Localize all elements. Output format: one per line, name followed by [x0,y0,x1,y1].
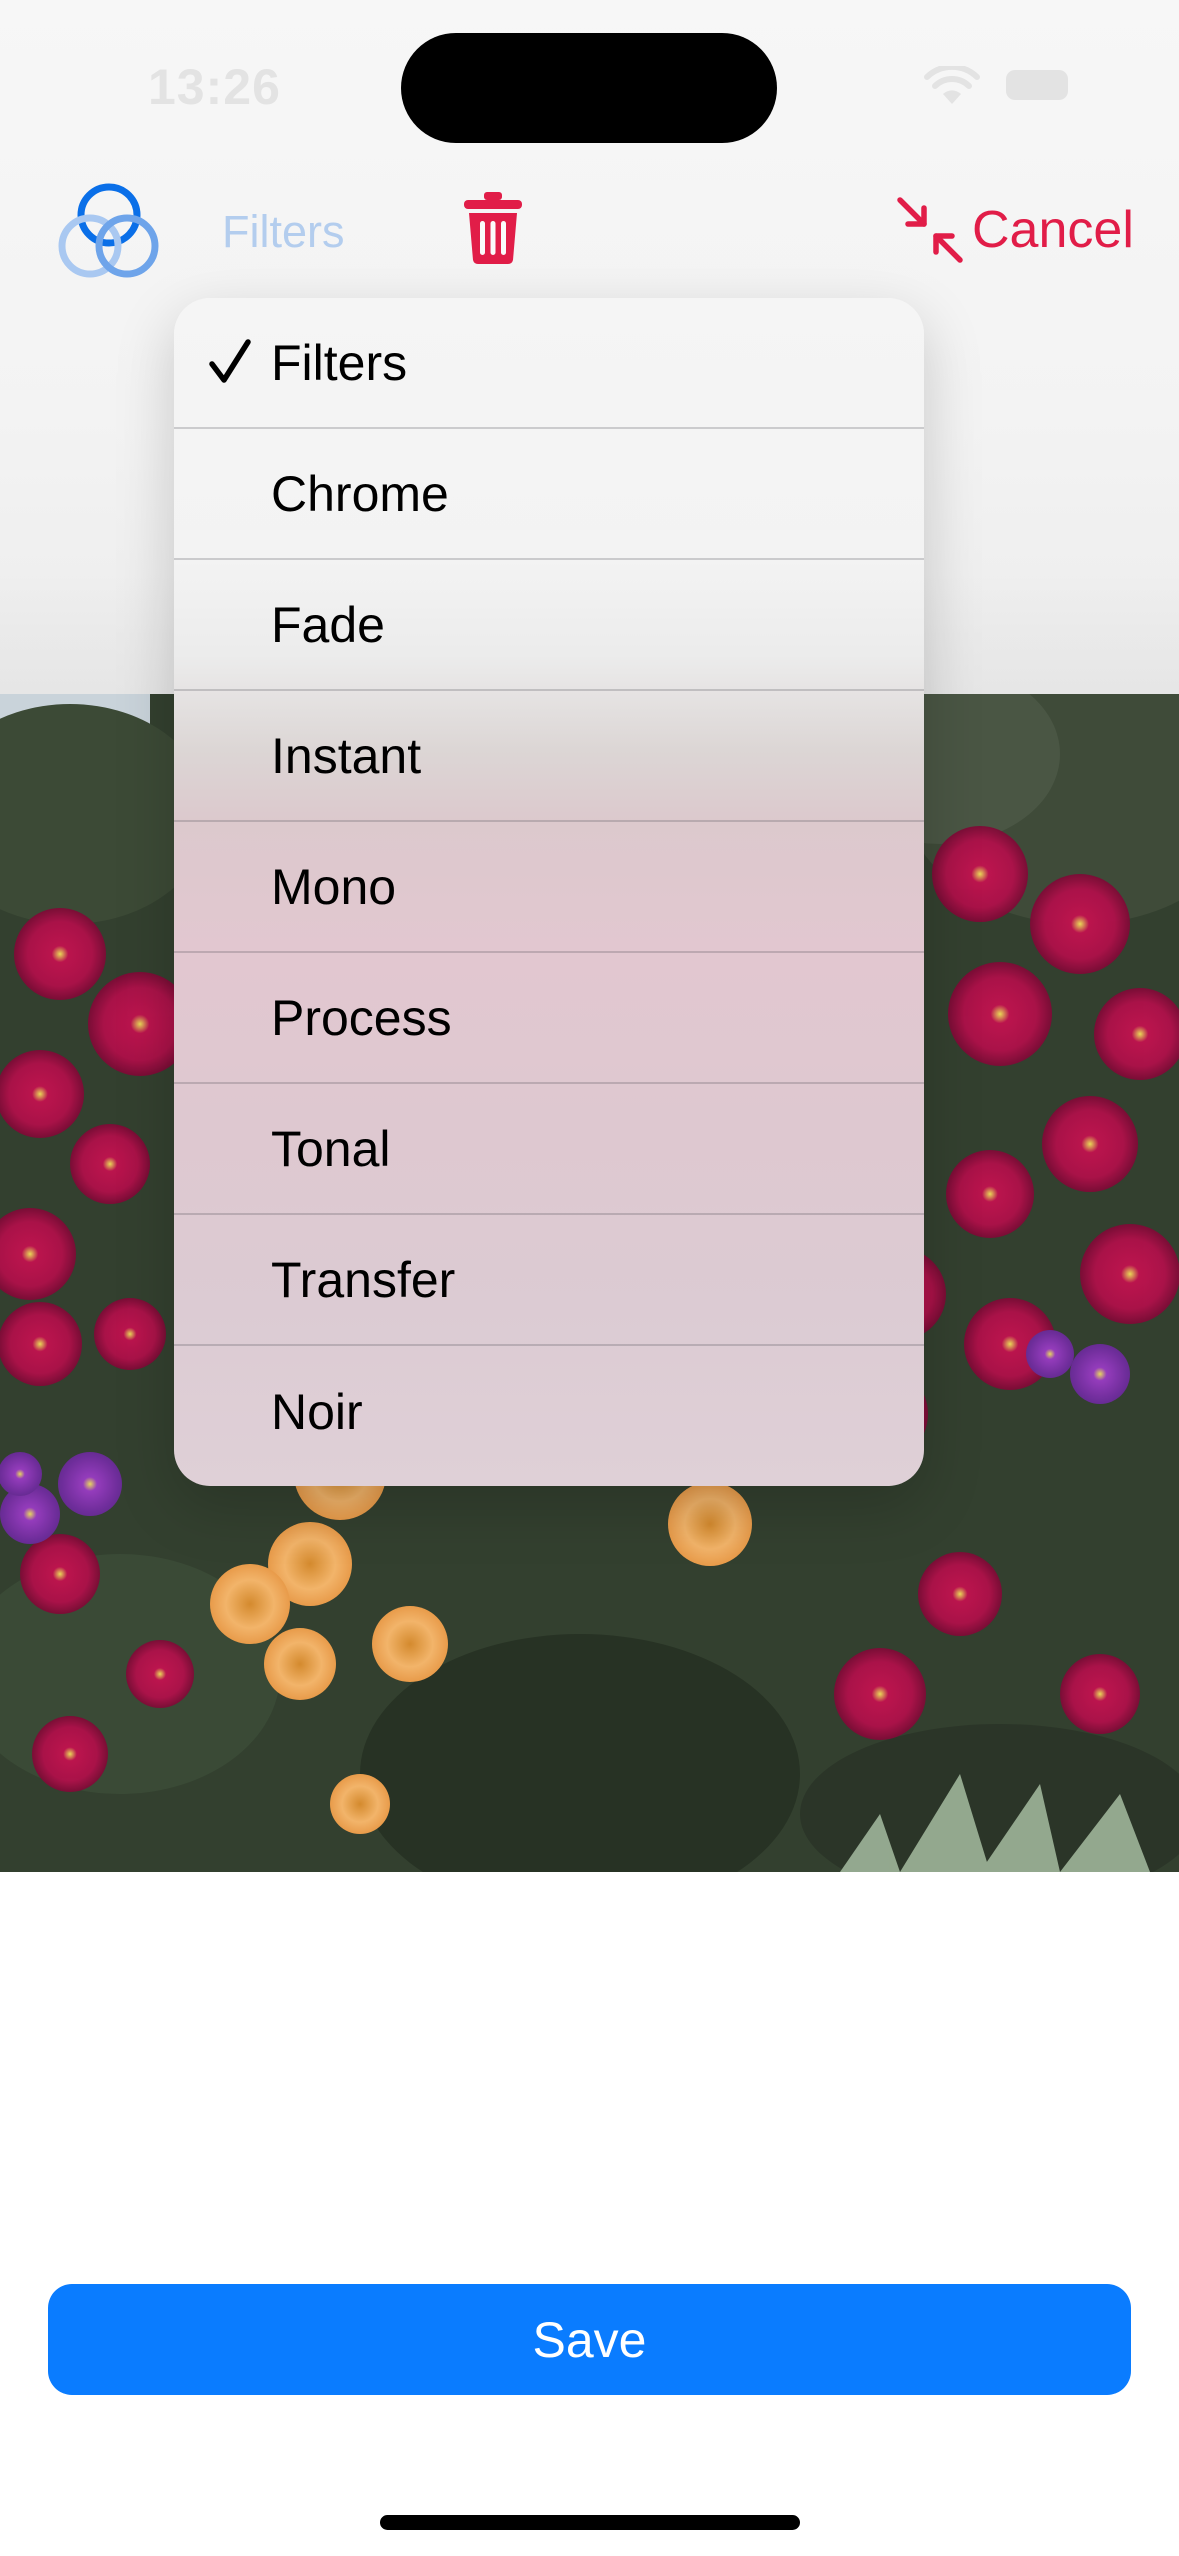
three-circles-icon[interactable] [56,180,168,284]
menu-item-filters[interactable]: Filters [174,298,924,429]
menu-item-label: Chrome [271,465,449,522]
menu-item-label: Fade [271,596,385,653]
photo-editor-screen: 13:26 Filters Cancel Filters Chrome Fade… [0,0,1179,2556]
menu-item-transfer[interactable]: Transfer [174,1215,924,1346]
filter-dropdown-menu: Filters Chrome Fade Instant Mono Process Tonal… [174,298,924,1486]
menu-item-label: Process [271,989,452,1046]
save-button[interactable]: Save [48,2284,1131,2395]
menu-item-label: Mono [271,858,397,915]
menu-item-mono[interactable]: Mono [174,822,924,953]
home-indicator[interactable] [380,2515,800,2530]
battery-icon [1006,70,1068,100]
cancel-label: Cancel [972,201,1134,259]
menu-item-label: Tonal [271,1120,391,1177]
menu-item-chrome[interactable]: Chrome [174,429,924,560]
wifi-icon [924,66,980,104]
arrows-collapse-icon [897,197,963,263]
dynamic-island [401,33,777,143]
trash-icon[interactable] [462,190,524,266]
menu-item-label: Noir [271,1383,363,1440]
cancel-button[interactable]: Cancel [896,192,1134,268]
menu-item-tonal[interactable]: Tonal [174,1084,924,1215]
menu-item-process[interactable]: Process [174,953,924,1084]
menu-item-label: Filters [271,334,408,391]
menu-item-noir[interactable]: Noir [174,1346,924,1477]
checkmark-icon [209,339,251,383]
filters-menu-button[interactable]: Filters [222,206,345,258]
menu-item-instant[interactable]: Instant [174,691,924,822]
menu-item-label: Instant [271,727,422,784]
menu-item-label: Transfer [271,1251,456,1308]
status-bar-time: 13:26 [148,59,281,115]
menu-item-fade[interactable]: Fade [174,560,924,691]
